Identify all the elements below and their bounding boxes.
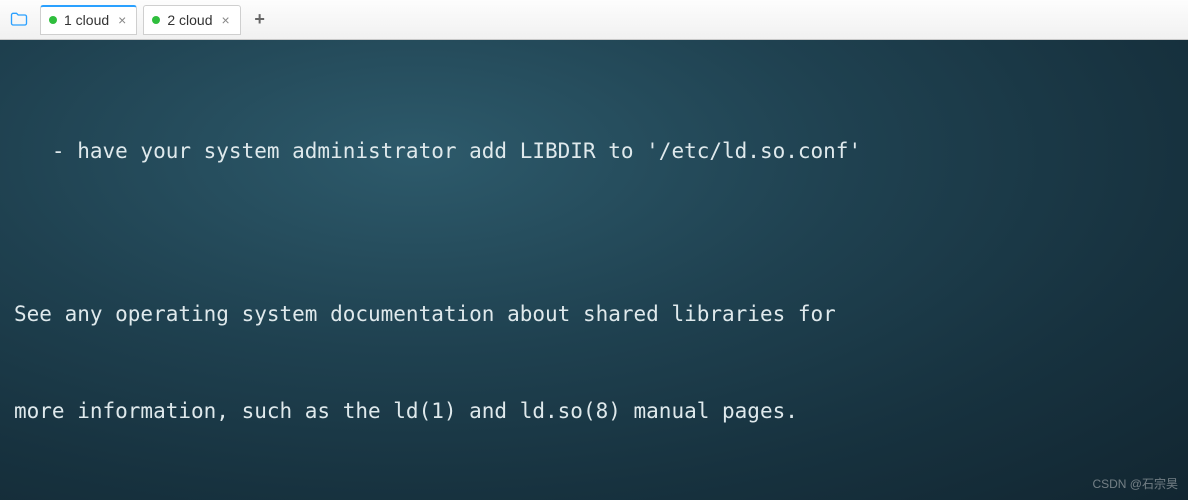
close-icon[interactable]: × [220, 13, 232, 27]
tab-bar: 1 cloud × 2 cloud × + [0, 0, 1188, 40]
tab-label: 1 cloud [64, 12, 109, 28]
close-icon[interactable]: × [116, 13, 128, 27]
terminal-pane[interactable]: - have your system administrator add LIB… [0, 40, 1188, 500]
tab-2-cloud[interactable]: 2 cloud × [143, 5, 240, 35]
watermark-label: CSDN @石宗昊 [1092, 475, 1178, 494]
terminal-line: ----------------------------------------… [14, 493, 1174, 500]
modified-dot-icon [152, 16, 160, 24]
terminal-line: - have your system administrator add LIB… [14, 135, 1174, 168]
folder-icon[interactable] [8, 9, 30, 31]
terminal-line: more information, such as the ld(1) and … [14, 395, 1174, 428]
terminal-line: See any operating system documentation a… [14, 298, 1174, 331]
tab-label: 2 cloud [167, 12, 212, 28]
modified-dot-icon [49, 16, 57, 24]
new-tab-button[interactable]: + [247, 7, 273, 33]
tab-1-cloud[interactable]: 1 cloud × [40, 5, 137, 35]
